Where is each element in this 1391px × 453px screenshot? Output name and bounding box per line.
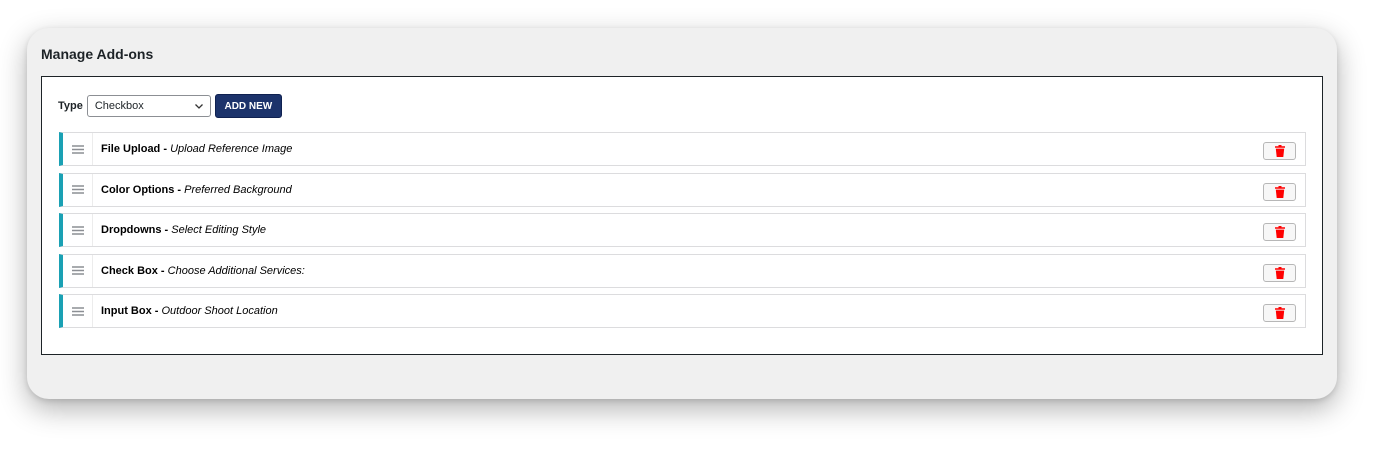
addon-separator: - [161,224,172,236]
delete-button[interactable] [1263,263,1296,282]
addon-name: Upload Reference Image [170,143,293,155]
type-toolbar: Type Checkbox ADD NEW [58,94,282,118]
addon-row[interactable]: Input Box - Outdoor Shoot Location [59,294,1306,328]
page-title: Manage Add-ons [41,46,154,62]
delete-button[interactable] [1263,304,1296,322]
addon-type: Input Box [101,305,152,317]
addon-label: Color Options - Preferred Background [101,184,292,196]
addon-type: Color Options [101,183,175,196]
trash-icon [1274,226,1285,238]
addon-row[interactable]: File Upload - Upload Reference Image [59,132,1306,166]
drag-handle-icon[interactable] [63,133,93,165]
delete-button[interactable] [1263,182,1296,201]
add-new-button[interactable]: ADD NEW [214,94,282,118]
addon-name: Preferred Background [184,183,292,196]
addon-row[interactable]: Check Box - Choose Additional Services: [59,253,1306,288]
addon-label: File Upload - Upload Reference Image [101,143,292,155]
trash-icon [1274,307,1285,319]
addon-list: File Upload - Upload Reference Image Col… [59,132,1306,335]
delete-button[interactable] [1263,223,1296,241]
addon-separator: - [151,305,162,317]
chevron-down-icon [194,104,203,109]
addon-type: Check Box [101,264,158,277]
addons-panel: Type Checkbox ADD NEW File Upload - Uplo… [41,76,1323,355]
addon-separator: - [160,143,171,155]
addon-label: Input Box - Outdoor Shoot Location [101,305,278,317]
type-select[interactable]: Checkbox [86,95,211,117]
trash-icon [1274,145,1285,157]
drag-handle-icon[interactable] [63,173,93,206]
trash-icon [1274,266,1285,279]
addon-separator: - [157,264,168,277]
addon-name: Choose Additional Services: [167,264,305,277]
addon-name: Select Editing Style [171,224,267,236]
drag-handle-icon[interactable] [63,214,93,246]
addon-row[interactable]: Color Options - Preferred Background [59,172,1306,207]
addon-type: File Upload [101,143,161,155]
drag-handle-icon[interactable] [63,295,93,327]
manage-addons-card: Manage Add-ons Type Checkbox ADD NEW Fil… [27,28,1337,399]
trash-icon [1274,185,1285,198]
addon-type: Dropdowns [101,224,162,236]
addon-label: Check Box - Choose Additional Services: [101,265,305,277]
type-label: Type [58,100,83,112]
type-select-value: Checkbox [94,100,144,112]
addon-row[interactable]: Dropdowns - Select Editing Style [59,213,1306,247]
drag-handle-icon[interactable] [63,254,93,287]
delete-button[interactable] [1263,142,1296,160]
addon-separator: - [174,183,185,196]
addon-name: Outdoor Shoot Location [161,305,278,317]
addon-label: Dropdowns - Select Editing Style [101,224,266,236]
